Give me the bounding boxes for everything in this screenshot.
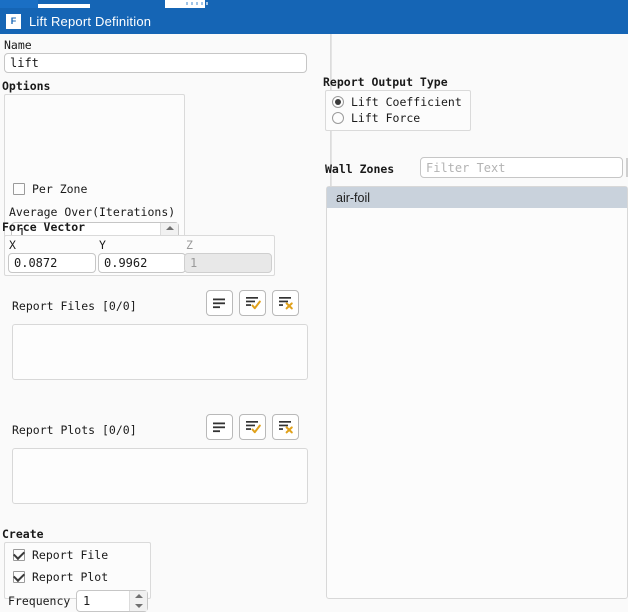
force-vector-z-input: 1 [184, 253, 272, 273]
lift-coefficient-radio[interactable] [332, 96, 344, 108]
per-zone-label: Per Zone [32, 182, 88, 196]
force-vector-y-value: 0.9962 [104, 256, 148, 270]
create-report-plot-row[interactable]: Report Plot [13, 570, 108, 584]
frequency-arrows[interactable] [129, 591, 147, 611]
create-report-file-row[interactable]: Report File [13, 548, 108, 562]
new-report-file-button[interactable] [206, 290, 233, 316]
lift-force-radio-row[interactable]: Lift Force [332, 111, 420, 125]
force-vector-y-input[interactable]: 0.9962 [98, 253, 186, 273]
force-vector-x-input[interactable]: 0.0872 [8, 253, 96, 273]
report-output-type-label: Report Output Type [323, 75, 448, 89]
options-group-label: Options [2, 79, 51, 93]
create-group-label: Create [2, 527, 44, 541]
window-title: Lift Report Definition [29, 13, 152, 29]
force-vector-group-label: Force Vector [2, 220, 86, 234]
wall-zones-filter-input[interactable]: Filter Text [420, 157, 623, 178]
frequency-spinner[interactable]: 1 [76, 590, 148, 612]
wall-zones-listbox[interactable]: air-foil [326, 186, 628, 599]
frequency-value: 1 [83, 594, 91, 608]
wall-zones-filter-placeholder: Filter Text [426, 160, 506, 175]
force-vector-y-label: Y [99, 238, 106, 252]
per-zone-checkbox-row[interactable]: Per Zone [13, 182, 87, 196]
wall-zone-item-label: air-foil [336, 190, 371, 205]
report-output-type-panel: Lift Coefficient Lift Force [325, 90, 471, 131]
create-report-plot-label: Report Plot [32, 570, 109, 584]
lift-force-label: Lift Force [351, 111, 421, 125]
fluent-app-icon: F [6, 13, 21, 29]
edit-report-plot-button[interactable] [239, 414, 266, 440]
average-over-up-arrow[interactable] [161, 223, 178, 233]
new-report-plot-button[interactable] [206, 414, 233, 440]
background-sliver-e [205, 0, 628, 8]
delete-report-file-button[interactable] [272, 290, 299, 316]
background-sliver-b [38, 0, 90, 4]
list-item[interactable]: air-foil [327, 187, 627, 208]
right-column: Report Output Type Lift Coefficient Lift… [323, 34, 628, 599]
create-report-file-label: Report File [32, 548, 109, 562]
frequency-down-arrow[interactable] [130, 601, 147, 611]
background-sliver-dots [186, 2, 208, 5]
report-plots-toolbar [206, 414, 299, 440]
left-column: Name lift Options Per Zone Average Over(… [0, 34, 330, 612]
force-vector-z-label: Z [186, 238, 193, 252]
lift-coefficient-label: Lift Coefficient [351, 95, 462, 109]
delete-report-plot-button[interactable] [272, 414, 299, 440]
background-window-sliver [0, 0, 628, 8]
force-vector-z-value: 1 [190, 256, 198, 270]
app-icon-letter: F [10, 15, 17, 26]
frequency-up-arrow[interactable] [130, 591, 147, 601]
name-input[interactable]: lift [4, 53, 307, 73]
lift-force-radio[interactable] [332, 112, 344, 124]
background-sliver-c [90, 0, 165, 8]
report-plots-label: Report Plots [0/0] [12, 423, 137, 437]
force-vector-x-value: 0.0872 [14, 256, 58, 270]
report-files-label: Report Files [0/0] [12, 299, 137, 313]
report-files-toolbar [206, 290, 299, 316]
create-report-plot-checkbox[interactable] [13, 571, 25, 583]
report-plots-listbox[interactable] [12, 448, 308, 504]
frequency-label: Frequency [8, 594, 71, 608]
create-report-file-checkbox[interactable] [13, 549, 25, 561]
dialog-body: Name lift Options Per Zone Average Over(… [0, 34, 628, 612]
report-files-listbox[interactable] [12, 324, 308, 380]
average-over-label: Average Over(Iterations) [9, 205, 176, 219]
edit-report-file-button[interactable] [239, 290, 266, 316]
per-zone-checkbox[interactable] [13, 183, 25, 195]
wall-zones-label: Wall Zones [325, 162, 395, 176]
lift-coefficient-radio-row[interactable]: Lift Coefficient [332, 95, 462, 109]
force-vector-x-label: X [9, 238, 16, 252]
name-input-value: lift [10, 56, 39, 70]
background-sliver-a [0, 0, 38, 8]
name-label: Name [4, 38, 32, 52]
window-titlebar[interactable]: F Lift Report Definition [0, 8, 628, 34]
